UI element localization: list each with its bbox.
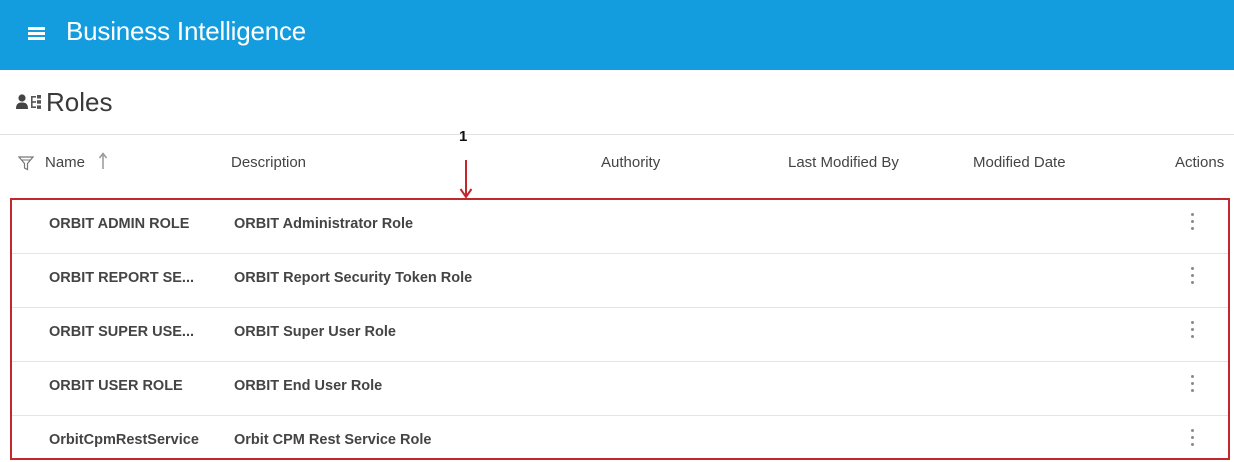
table-row[interactable]: ORBIT USER ROLE ORBIT End User Role (12, 362, 1228, 416)
role-name[interactable]: ORBIT ADMIN ROLE (49, 216, 219, 232)
role-name[interactable]: ORBIT USER ROLE (49, 378, 219, 394)
role-name[interactable]: OrbitCpmRestService (49, 432, 219, 448)
table-row[interactable]: ORBIT ADMIN ROLE ORBIT Administrator Rol… (12, 200, 1228, 254)
app-header: Business Intelligence (0, 0, 1234, 70)
annotation-arrow-icon (459, 160, 473, 199)
page-title: Roles (46, 87, 113, 117)
column-header-name[interactable]: Name (45, 154, 85, 171)
role-description: Orbit CPM Rest Service Role (234, 432, 432, 448)
column-header-actions: Actions (1175, 154, 1225, 171)
header-divider (0, 134, 1234, 135)
role-description: ORBIT End User Role (234, 378, 383, 394)
table-row[interactable]: OrbitCpmRestService Orbit CPM Rest Servi… (12, 416, 1228, 462)
column-header-description[interactable]: Description (231, 154, 306, 171)
filter-icon[interactable] (18, 156, 34, 171)
more-actions-icon[interactable] (1186, 375, 1198, 395)
user-roles-icon (16, 94, 41, 109)
role-description: ORBIT Administrator Role (234, 216, 414, 232)
more-actions-icon[interactable] (1186, 321, 1198, 341)
app-title: Business Intelligence (66, 16, 307, 46)
table-row[interactable]: ORBIT SUPER USE... ORBIT Super User Role (12, 308, 1228, 362)
role-name[interactable]: ORBIT REPORT SE... (49, 270, 219, 286)
column-header-last-modified-by[interactable]: Last Modified By (788, 154, 899, 171)
arrow-up-icon[interactable] (98, 152, 108, 170)
roles-table-body: ORBIT ADMIN ROLE ORBIT Administrator Rol… (12, 200, 1228, 462)
column-header-modified-date[interactable]: Modified Date (973, 154, 1066, 171)
hamburger-menu-icon[interactable] (28, 27, 45, 41)
role-description: ORBIT Report Security Token Role (234, 270, 473, 286)
more-actions-icon[interactable] (1186, 429, 1198, 449)
role-name[interactable]: ORBIT SUPER USE... (49, 324, 219, 340)
more-actions-icon[interactable] (1186, 267, 1198, 287)
role-description: ORBIT Super User Role (234, 324, 396, 340)
more-actions-icon[interactable] (1186, 213, 1198, 233)
table-row[interactable]: ORBIT REPORT SE... ORBIT Report Security… (12, 254, 1228, 308)
annotation-number: 1 (459, 128, 468, 145)
column-header-authority[interactable]: Authority (601, 154, 660, 171)
